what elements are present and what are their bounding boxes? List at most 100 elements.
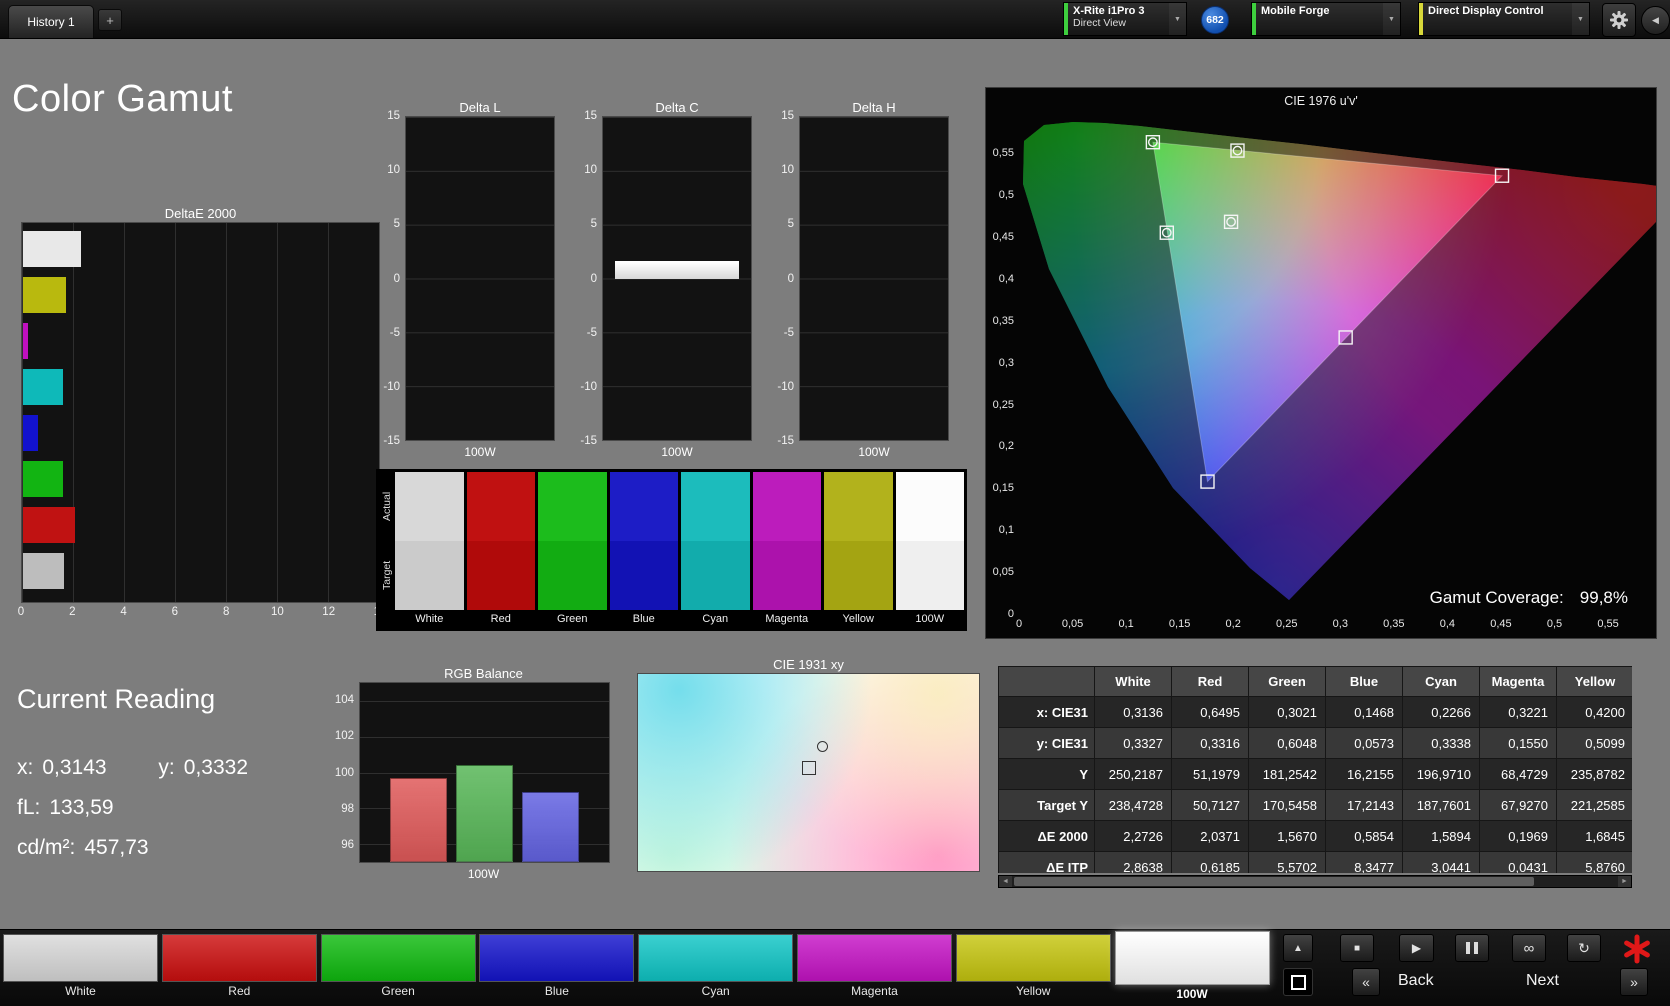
- swatch-actual: [681, 472, 750, 541]
- column-header-red: Red: [1171, 666, 1249, 697]
- next-button[interactable]: Next: [1526, 972, 1559, 990]
- deltae2000-x-axis: 02468101214: [18, 606, 387, 622]
- table-row: x: CIE31 0,3136 0,6495 0,3021 0,1468 0,2266 0,…: [998, 696, 1632, 728]
- pause-button[interactable]: [1455, 934, 1489, 962]
- row-label: Target Y: [998, 789, 1095, 821]
- source-name: Mobile Forge: [1261, 5, 1330, 17]
- chart-title: Delta L: [459, 100, 501, 115]
- swatch-label: 100W: [915, 613, 945, 625]
- measured-marker-icon: [817, 740, 829, 752]
- table-row: ΔE ITP 2,8638 0,6185 5,5702 8,3477 3,0441 0,04…: [998, 851, 1632, 873]
- next-chevron-button[interactable]: »: [1620, 968, 1648, 996]
- cell-value: 1,5894: [1402, 820, 1480, 852]
- eject-button[interactable]: ▲: [1283, 934, 1313, 962]
- back-chevron-button[interactable]: «: [1352, 968, 1380, 996]
- patch-label: Blue: [544, 984, 569, 998]
- chevron-down-icon[interactable]: ▼: [1169, 3, 1186, 35]
- history-tab[interactable]: History 1: [8, 5, 94, 38]
- table-hscrollbar[interactable]: ◄ ►: [998, 875, 1632, 888]
- y-axis: 15 10 5 0 -5 -10 -15: [576, 110, 602, 447]
- continuous-read-button[interactable]: ∞: [1512, 934, 1546, 962]
- source-dropdown[interactable]: Mobile Forge ▼: [1251, 2, 1401, 36]
- delta-y-tick: -15: [383, 435, 400, 447]
- measurement-table: White Red Green Blue Cyan Magenta Yellow x: CIE…: [998, 666, 1632, 873]
- deltae-x-tick: 2: [69, 606, 76, 618]
- alert-asterisk-icon: [1620, 932, 1654, 966]
- delta-y-tick: 15: [387, 110, 400, 122]
- cell-value: 0,3338: [1402, 727, 1480, 759]
- cell-value: 0,4200: [1556, 696, 1632, 728]
- add-tab-button[interactable]: +: [98, 9, 122, 31]
- reading-fl: fL: 133,59: [17, 796, 114, 820]
- patch-button-yellow[interactable]: Yellow: [955, 934, 1111, 1000]
- row-label: y: CIE31: [998, 727, 1095, 759]
- swatch-100w: 100W: [895, 472, 964, 628]
- rgb-y-tick: 98: [341, 802, 354, 815]
- stop-button[interactable]: ■: [1340, 934, 1374, 962]
- patch-button-white[interactable]: White: [3, 934, 158, 1000]
- x-value: 0,3143: [42, 756, 107, 779]
- patch-button-cyan[interactable]: Cyan: [638, 934, 794, 1000]
- swatch-actual: [752, 472, 821, 541]
- single-measure-button[interactable]: [1283, 968, 1313, 996]
- swatch-target: [395, 541, 464, 610]
- patch-button-magenta[interactable]: Magenta: [797, 934, 952, 1000]
- delta-h-chart: Delta H 15 10 5 0 -5 -10 -15 100W: [773, 100, 949, 459]
- swatch-target: [752, 541, 821, 610]
- collapse-arrow-button[interactable]: ◀: [1641, 6, 1670, 35]
- column-header-yellow: Yellow: [1556, 666, 1632, 697]
- scroll-right-button[interactable]: ►: [1618, 876, 1631, 887]
- deltae2000-plot: [21, 222, 380, 603]
- rgb-bar-green: [456, 765, 513, 862]
- cell-value: 0,3021: [1248, 696, 1326, 728]
- rgb-y-tick: 96: [341, 838, 354, 851]
- current-reading-title: Current Reading: [17, 684, 216, 714]
- deltae-bar-green: [23, 461, 63, 497]
- cell-value: 51,1979: [1171, 758, 1249, 790]
- deltae-bar-red: [23, 507, 75, 543]
- cell-value: 0,6048: [1248, 727, 1326, 759]
- display-control-dropdown[interactable]: Direct Display Control ▼: [1418, 2, 1590, 36]
- chevron-down-icon[interactable]: ▼: [1572, 3, 1589, 35]
- swatch-label: Yellow: [842, 613, 874, 625]
- delta-y-tick: -5: [586, 326, 597, 339]
- meter-dropdown[interactable]: X-Rite i1Pro 3 Direct View ▼: [1063, 2, 1187, 36]
- cie1976-diagram: [1023, 122, 1656, 600]
- settings-gear-button[interactable]: [1602, 3, 1636, 37]
- scroll-left-button[interactable]: ◄: [999, 876, 1012, 887]
- cell-value: 0,1969: [1479, 820, 1557, 852]
- table-corner: [998, 666, 1095, 697]
- chevron-down-icon[interactable]: ▼: [1383, 3, 1400, 35]
- back-button[interactable]: Back: [1398, 972, 1434, 990]
- chart-title: Delta C: [655, 100, 699, 115]
- y-axis: 15 10 5 0 -5 -10 -15: [379, 110, 405, 447]
- page-title: Color Gamut: [12, 78, 233, 120]
- patch-button-red[interactable]: Red: [161, 934, 317, 1000]
- scroll-thumb[interactable]: [1014, 877, 1534, 886]
- delta-y-tick: -5: [389, 326, 400, 339]
- play-button[interactable]: ▶: [1399, 934, 1434, 962]
- meter-count-badge: 682: [1201, 6, 1229, 34]
- refresh-button[interactable]: ↻: [1567, 934, 1601, 962]
- deltae-bar-100w: [23, 553, 65, 589]
- x-label: x:: [17, 756, 34, 779]
- actual-label: Actual: [381, 491, 393, 522]
- patch-swatch: [479, 934, 635, 982]
- rgb-bar-red: [390, 777, 447, 862]
- swatch-label: Blue: [632, 613, 655, 625]
- cell-value: 5,8760: [1556, 851, 1632, 873]
- patch-button-100w[interactable]: 100W: [1114, 931, 1270, 1003]
- x-axis-label: 100W: [858, 445, 890, 459]
- rgb-y-tick: 102: [334, 730, 354, 743]
- cell-value: 221,2585: [1556, 789, 1632, 821]
- cell-value: 181,2542: [1248, 758, 1326, 790]
- swatch-red: Red: [466, 472, 535, 628]
- delta-y-tick: 10: [584, 164, 597, 177]
- target-marker-icon: [801, 760, 816, 775]
- patch-button-blue[interactable]: Blue: [479, 934, 635, 1000]
- delta-y-tick: 0: [787, 272, 794, 285]
- swatch-green: Green: [538, 472, 607, 628]
- cell-value: 0,1550: [1479, 727, 1557, 759]
- deltae2000-chart: DeltaE 2000 02468101214: [18, 206, 387, 622]
- patch-button-green[interactable]: Green: [320, 934, 476, 1000]
